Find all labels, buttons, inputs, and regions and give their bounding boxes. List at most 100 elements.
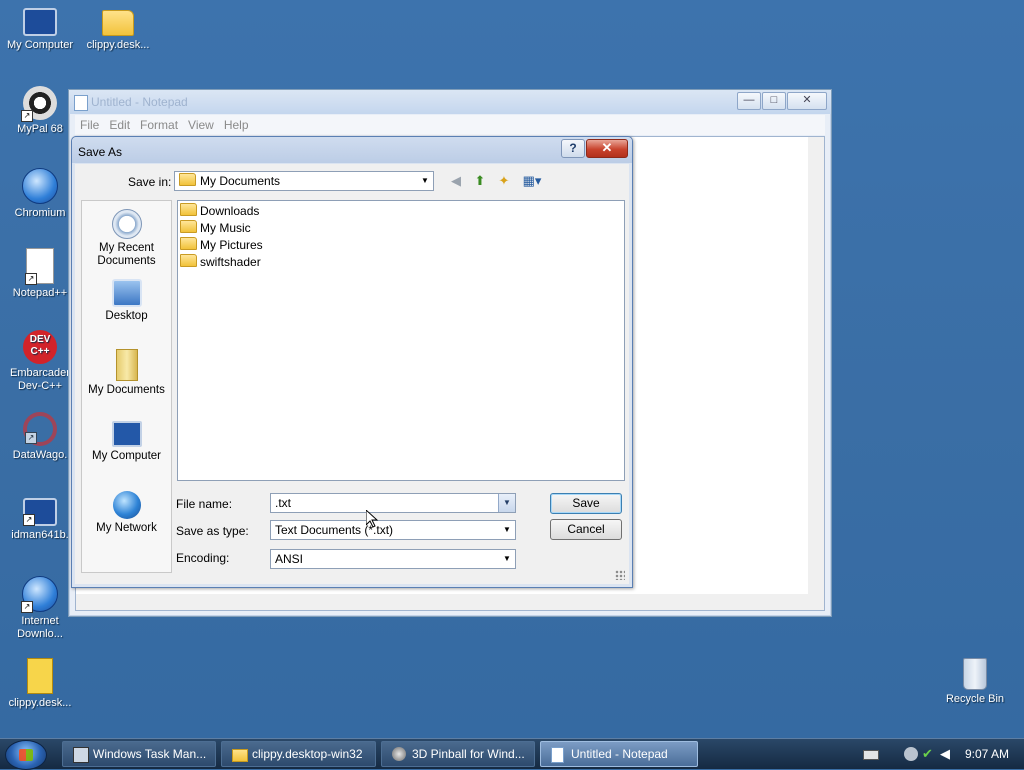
recycle-bin-icon — [963, 658, 987, 690]
taskbar-item-notepad[interactable]: Untitled - Notepad — [540, 741, 698, 767]
place-recent-documents[interactable]: My Recent Documents — [82, 209, 171, 268]
volume-icon[interactable]: ◀ — [940, 747, 954, 761]
list-item[interactable]: Downloads — [180, 203, 259, 219]
save-in-dropdown[interactable]: My Documents ▼ — [174, 171, 434, 191]
taskbar-item-task-manager[interactable]: Windows Task Man... — [62, 741, 216, 767]
dialog-titlebar[interactable]: Save As ? ✕ — [72, 137, 632, 163]
place-my-documents[interactable]: My Documents — [82, 349, 171, 397]
place-my-computer[interactable]: My Computer — [82, 421, 171, 463]
my-computer-icon — [111, 421, 142, 447]
my-computer-icon — [23, 8, 57, 36]
places-bar: My Recent Documents Desktop My Documents… — [81, 200, 172, 573]
pinball-icon — [392, 747, 406, 761]
notepad-title: Untitled - Notepad — [91, 95, 188, 109]
menu-edit[interactable]: Edit — [104, 115, 135, 135]
mypal-icon: ↗ — [21, 86, 57, 122]
datawago-icon: ↗ — [23, 412, 57, 446]
pictures-folder-icon — [180, 237, 197, 250]
maximize-button[interactable]: □ — [762, 92, 786, 110]
desktop-icon-clippy-zip[interactable]: clippy.desk... — [1, 658, 79, 710]
desktop-icon-my-computer[interactable]: My Computer — [1, 4, 79, 52]
dialog-close-button[interactable]: ✕ — [586, 139, 628, 158]
list-item[interactable]: My Music — [180, 220, 251, 236]
minimize-button[interactable]: — — [737, 92, 761, 110]
shortcut-arrow-icon: ↗ — [21, 601, 33, 613]
file-name-input[interactable]: .txt ▼ — [270, 493, 516, 513]
folder-icon — [102, 10, 134, 36]
menu-view[interactable]: View — [183, 115, 219, 135]
desktop-icon-label: My Computer — [6, 39, 74, 51]
menu-format[interactable]: Format — [135, 115, 183, 135]
shortcut-arrow-icon: ↗ — [25, 273, 37, 285]
menu-file[interactable]: File — [75, 115, 104, 135]
list-item[interactable]: My Pictures — [180, 237, 263, 253]
desktop-icon-label: clippy.desk... — [8, 697, 72, 709]
help-button[interactable]: ? — [561, 139, 585, 158]
checkmark-icon[interactable]: ✔ — [922, 747, 936, 761]
file-name: swiftshader — [200, 255, 261, 269]
notepad-titlebar[interactable]: Untitled - Notepad — □ ✕ — [69, 90, 831, 114]
desktop-icon-clippy-folder[interactable]: clippy.desk... — [79, 4, 157, 52]
horizontal-scrollbar[interactable] — [76, 594, 808, 610]
save-button[interactable]: Save — [550, 493, 622, 514]
place-desktop[interactable]: Desktop — [82, 279, 171, 323]
notepad-icon — [551, 747, 564, 763]
desktop-icon-label: clippy.desk... — [86, 39, 150, 51]
network-status-icon[interactable] — [904, 747, 918, 761]
desktop-icon-label: Internet Downlo... — [17, 615, 63, 640]
place-label: My Network — [96, 522, 157, 534]
menu-help[interactable]: Help — [219, 115, 254, 135]
place-my-network[interactable]: My Network — [82, 491, 171, 535]
size-grip[interactable] — [808, 594, 824, 610]
folder-icon — [180, 254, 197, 267]
vertical-scrollbar[interactable] — [808, 137, 824, 594]
taskbar-item-label: Untitled - Notepad — [571, 747, 668, 761]
dialog-size-grip[interactable] — [615, 570, 625, 580]
encoding-dropdown[interactable]: ANSI ▼ — [270, 549, 516, 569]
view-menu-icon[interactable]: ▦▾ — [519, 172, 545, 190]
chevron-down-icon: ▼ — [421, 176, 429, 185]
notepad-icon — [74, 95, 88, 111]
desktop-icon-label: Recycle Bin — [945, 693, 1005, 705]
folder-icon — [179, 173, 196, 186]
place-label: Desktop — [105, 310, 148, 322]
file-name-value: .txt — [275, 496, 292, 510]
shortcut-arrow-icon: ↗ — [23, 514, 35, 526]
idm-icon: ↗ — [21, 576, 58, 613]
list-item[interactable]: swiftshader — [180, 254, 261, 270]
back-icon[interactable]: ◀ — [447, 172, 465, 190]
mouse-cursor-icon — [366, 510, 378, 528]
desktop-icon-recycle-bin[interactable]: Recycle Bin — [936, 658, 1014, 706]
taskbar-item-clippy-folder[interactable]: clippy.desktop-win32 — [221, 741, 376, 767]
close-button[interactable]: ✕ — [787, 92, 827, 110]
dialog-body: Save in: My Documents ▼ ◀ ⬆ ✦ ▦▾ My Rece… — [75, 164, 629, 584]
keyboard-icon[interactable] — [863, 750, 879, 760]
save-as-dialog: Save As ? ✕ Save in: My Documents ▼ ◀ ⬆ … — [71, 136, 633, 588]
file-list[interactable]: Downloads My Music My Pictures swiftshad… — [177, 200, 625, 481]
shortcut-arrow-icon: ↗ — [21, 110, 33, 122]
up-folder-icon[interactable]: ⬆ — [471, 172, 489, 190]
recent-documents-icon — [111, 209, 142, 239]
save-as-type-label: Save as type: — [176, 524, 249, 538]
taskbar-item-pinball[interactable]: 3D Pinball for Wind... — [381, 741, 535, 767]
devcpp-icon: DEV C++ — [23, 330, 57, 364]
desktop-icon — [111, 279, 142, 307]
my-documents-icon — [115, 349, 138, 381]
clock[interactable]: 9:07 AM — [965, 747, 1009, 761]
save-as-type-dropdown[interactable]: Text Documents (*.txt) ▼ — [270, 520, 516, 540]
start-button[interactable] — [5, 740, 47, 770]
new-folder-icon[interactable]: ✦ — [495, 172, 513, 190]
folder-icon — [180, 203, 197, 216]
music-folder-icon — [180, 220, 197, 233]
dialog-title: Save As — [78, 145, 123, 159]
notepad-menubar: File Edit Format View Help — [75, 115, 825, 135]
chevron-down-icon[interactable]: ▼ — [498, 494, 515, 512]
taskbar: Windows Task Man... clippy.desktop-win32… — [0, 738, 1024, 770]
zip-archive-icon — [27, 658, 53, 694]
taskbar-item-label: 3D Pinball for Wind... — [412, 747, 525, 761]
chromium-icon — [22, 168, 58, 204]
cancel-button[interactable]: Cancel — [550, 519, 622, 540]
save-in-label: Save in: — [128, 175, 172, 189]
place-label: My Documents — [88, 384, 165, 396]
file-name-label: File name: — [176, 497, 233, 511]
